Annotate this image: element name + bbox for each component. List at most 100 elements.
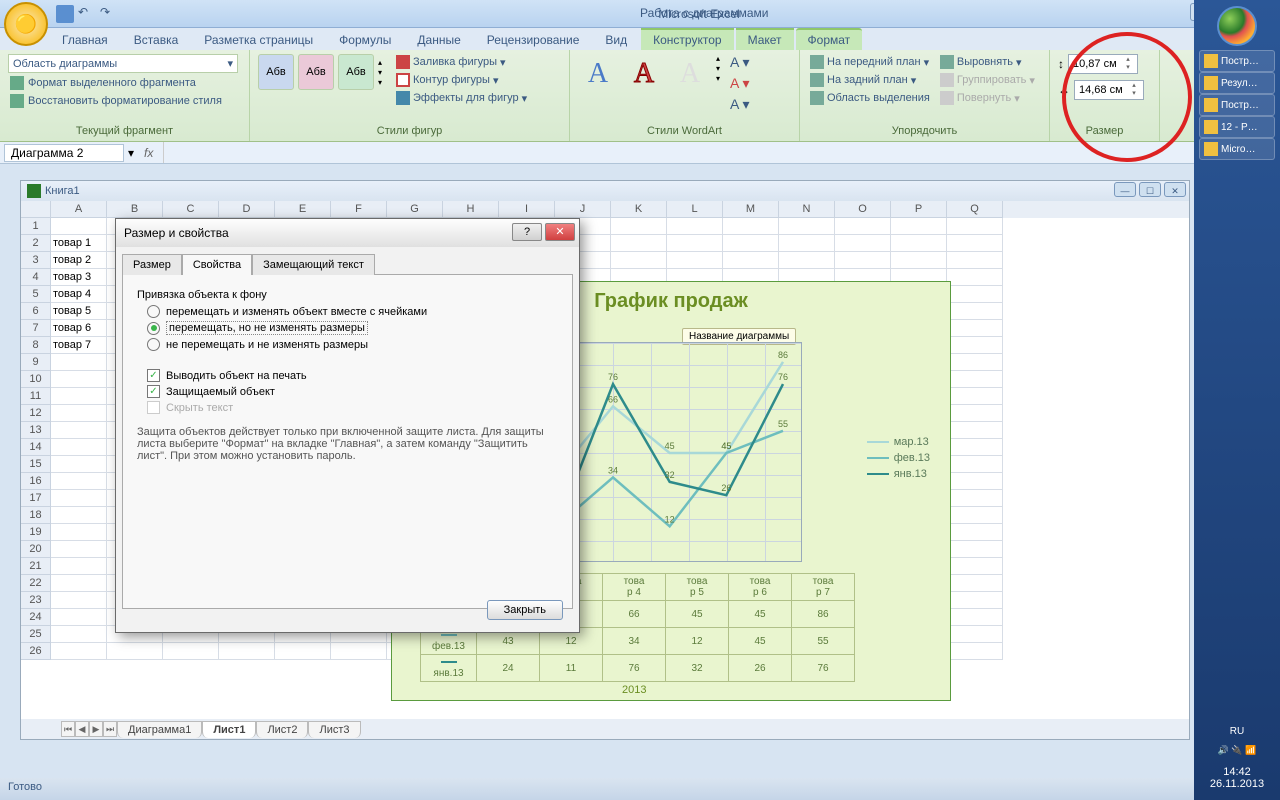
undo-icon[interactable]: ↶ <box>78 5 96 23</box>
cell[interactable] <box>51 371 107 388</box>
cell[interactable] <box>947 286 1003 303</box>
wordart-style-1[interactable]: A <box>578 54 618 94</box>
cell[interactable] <box>51 490 107 507</box>
wb-maximize[interactable]: ☐ <box>1139 182 1161 197</box>
tab-Данные[interactable]: Данные <box>405 30 472 50</box>
row-header[interactable]: 12 <box>21 405 51 422</box>
cell[interactable] <box>947 558 1003 575</box>
row-header[interactable]: 14 <box>21 439 51 456</box>
col-header[interactable]: H <box>443 201 499 218</box>
cell[interactable] <box>891 218 947 235</box>
sheet-nav-prev[interactable]: ◀ <box>75 721 89 737</box>
row-header[interactable]: 7 <box>21 320 51 337</box>
tab-Формулы[interactable]: Формулы <box>327 30 403 50</box>
start-button[interactable] <box>1217 6 1257 46</box>
selection-pane-button[interactable]: Область выделения <box>808 90 932 106</box>
cell[interactable] <box>51 558 107 575</box>
row-header[interactable]: 18 <box>21 507 51 524</box>
sheet-tab[interactable]: Лист1 <box>202 721 256 738</box>
cell[interactable]: товар 5 <box>51 303 107 320</box>
cell[interactable] <box>947 507 1003 524</box>
cell[interactable] <box>51 592 107 609</box>
tab-Главная[interactable]: Главная <box>50 30 120 50</box>
cell[interactable]: товар 1 <box>51 235 107 252</box>
cell[interactable]: товар 4 <box>51 286 107 303</box>
cell[interactable] <box>947 575 1003 592</box>
cell[interactable] <box>947 490 1003 507</box>
tab-Разметка страницы[interactable]: Разметка страницы <box>192 30 325 50</box>
cell[interactable] <box>947 252 1003 269</box>
row-header[interactable]: 10 <box>21 371 51 388</box>
shape-style-2[interactable]: Абв <box>298 54 334 90</box>
sheet-tab[interactable]: Диаграмма1 <box>117 721 202 738</box>
cell[interactable] <box>947 541 1003 558</box>
style-gallery-up[interactable]: ▴ <box>378 58 382 67</box>
cell[interactable] <box>667 218 723 235</box>
check-print[interactable]: Выводить объект на печать <box>147 369 558 382</box>
taskbar-item[interactable]: Постр… <box>1199 50 1275 72</box>
cell[interactable] <box>947 473 1003 490</box>
cell[interactable] <box>51 643 107 660</box>
cell[interactable] <box>51 541 107 558</box>
cell[interactable]: товар 7 <box>51 337 107 354</box>
col-header[interactable]: D <box>219 201 275 218</box>
chart-element-selector[interactable]: Область диаграммы▾ <box>8 54 238 73</box>
dialog-tab[interactable]: Размер <box>122 254 182 275</box>
cell[interactable] <box>723 218 779 235</box>
cell[interactable] <box>947 371 1003 388</box>
cell[interactable] <box>51 456 107 473</box>
office-button[interactable]: 🟡 <box>4 2 48 46</box>
col-header[interactable]: G <box>387 201 443 218</box>
align-button[interactable]: Выровнять ▾ <box>938 54 1037 70</box>
row-header[interactable]: 1 <box>21 218 51 235</box>
save-icon[interactable] <box>56 5 74 23</box>
cell[interactable] <box>947 456 1003 473</box>
radio-move-size[interactable]: перемещать и изменять объект вместе с яч… <box>147 305 558 318</box>
cell[interactable] <box>331 643 387 660</box>
cell[interactable] <box>947 439 1003 456</box>
tab-Конструктор[interactable]: Конструктор <box>641 28 733 50</box>
cell[interactable] <box>947 337 1003 354</box>
row-header[interactable]: 13 <box>21 422 51 439</box>
sheet-nav-next[interactable]: ▶ <box>89 721 103 737</box>
redo-icon[interactable]: ↷ <box>100 5 118 23</box>
dialog-close-x[interactable]: ✕ <box>545 223 575 241</box>
cell[interactable] <box>947 354 1003 371</box>
cell[interactable] <box>947 609 1003 626</box>
row-header[interactable]: 11 <box>21 388 51 405</box>
row-header[interactable]: 19 <box>21 524 51 541</box>
dialog-tab[interactable]: Свойства <box>182 254 252 275</box>
tab-Вставка[interactable]: Вставка <box>122 30 191 50</box>
row-header[interactable]: 2 <box>21 235 51 252</box>
cell[interactable] <box>611 218 667 235</box>
cell[interactable] <box>107 643 163 660</box>
col-header[interactable]: I <box>499 201 555 218</box>
row-header[interactable]: 8 <box>21 337 51 354</box>
cell[interactable] <box>51 405 107 422</box>
col-header[interactable]: L <box>667 201 723 218</box>
group-button[interactable]: Группировать ▾ <box>938 72 1037 88</box>
wordart-style-3[interactable]: A <box>670 54 710 94</box>
col-header[interactable]: C <box>163 201 219 218</box>
sheet-tab[interactable]: Лист2 <box>256 721 308 738</box>
style-gallery-more[interactable]: ▾ <box>378 78 382 87</box>
cell[interactable] <box>51 388 107 405</box>
row-header[interactable]: 26 <box>21 643 51 660</box>
legend-item[interactable]: янв.13 <box>867 468 930 480</box>
shape-height-input[interactable]: 10,87 см▴▾ <box>1068 54 1138 74</box>
taskbar-item[interactable]: Micro… <box>1199 138 1275 160</box>
cell[interactable] <box>835 235 891 252</box>
sheet-tab[interactable]: Лист3 <box>308 721 360 738</box>
cell[interactable] <box>51 524 107 541</box>
cell[interactable] <box>723 235 779 252</box>
dialog-tab[interactable]: Замещающий текст <box>252 254 375 275</box>
row-header[interactable]: 21 <box>21 558 51 575</box>
cell[interactable] <box>947 303 1003 320</box>
language-indicator[interactable]: RU <box>1226 722 1248 741</box>
cell[interactable] <box>835 252 891 269</box>
shape-width-input[interactable]: 14,68 см▴▾ <box>1074 80 1144 100</box>
row-header[interactable]: 17 <box>21 490 51 507</box>
cell[interactable] <box>947 388 1003 405</box>
row-header[interactable]: 5 <box>21 286 51 303</box>
cell[interactable] <box>947 643 1003 660</box>
